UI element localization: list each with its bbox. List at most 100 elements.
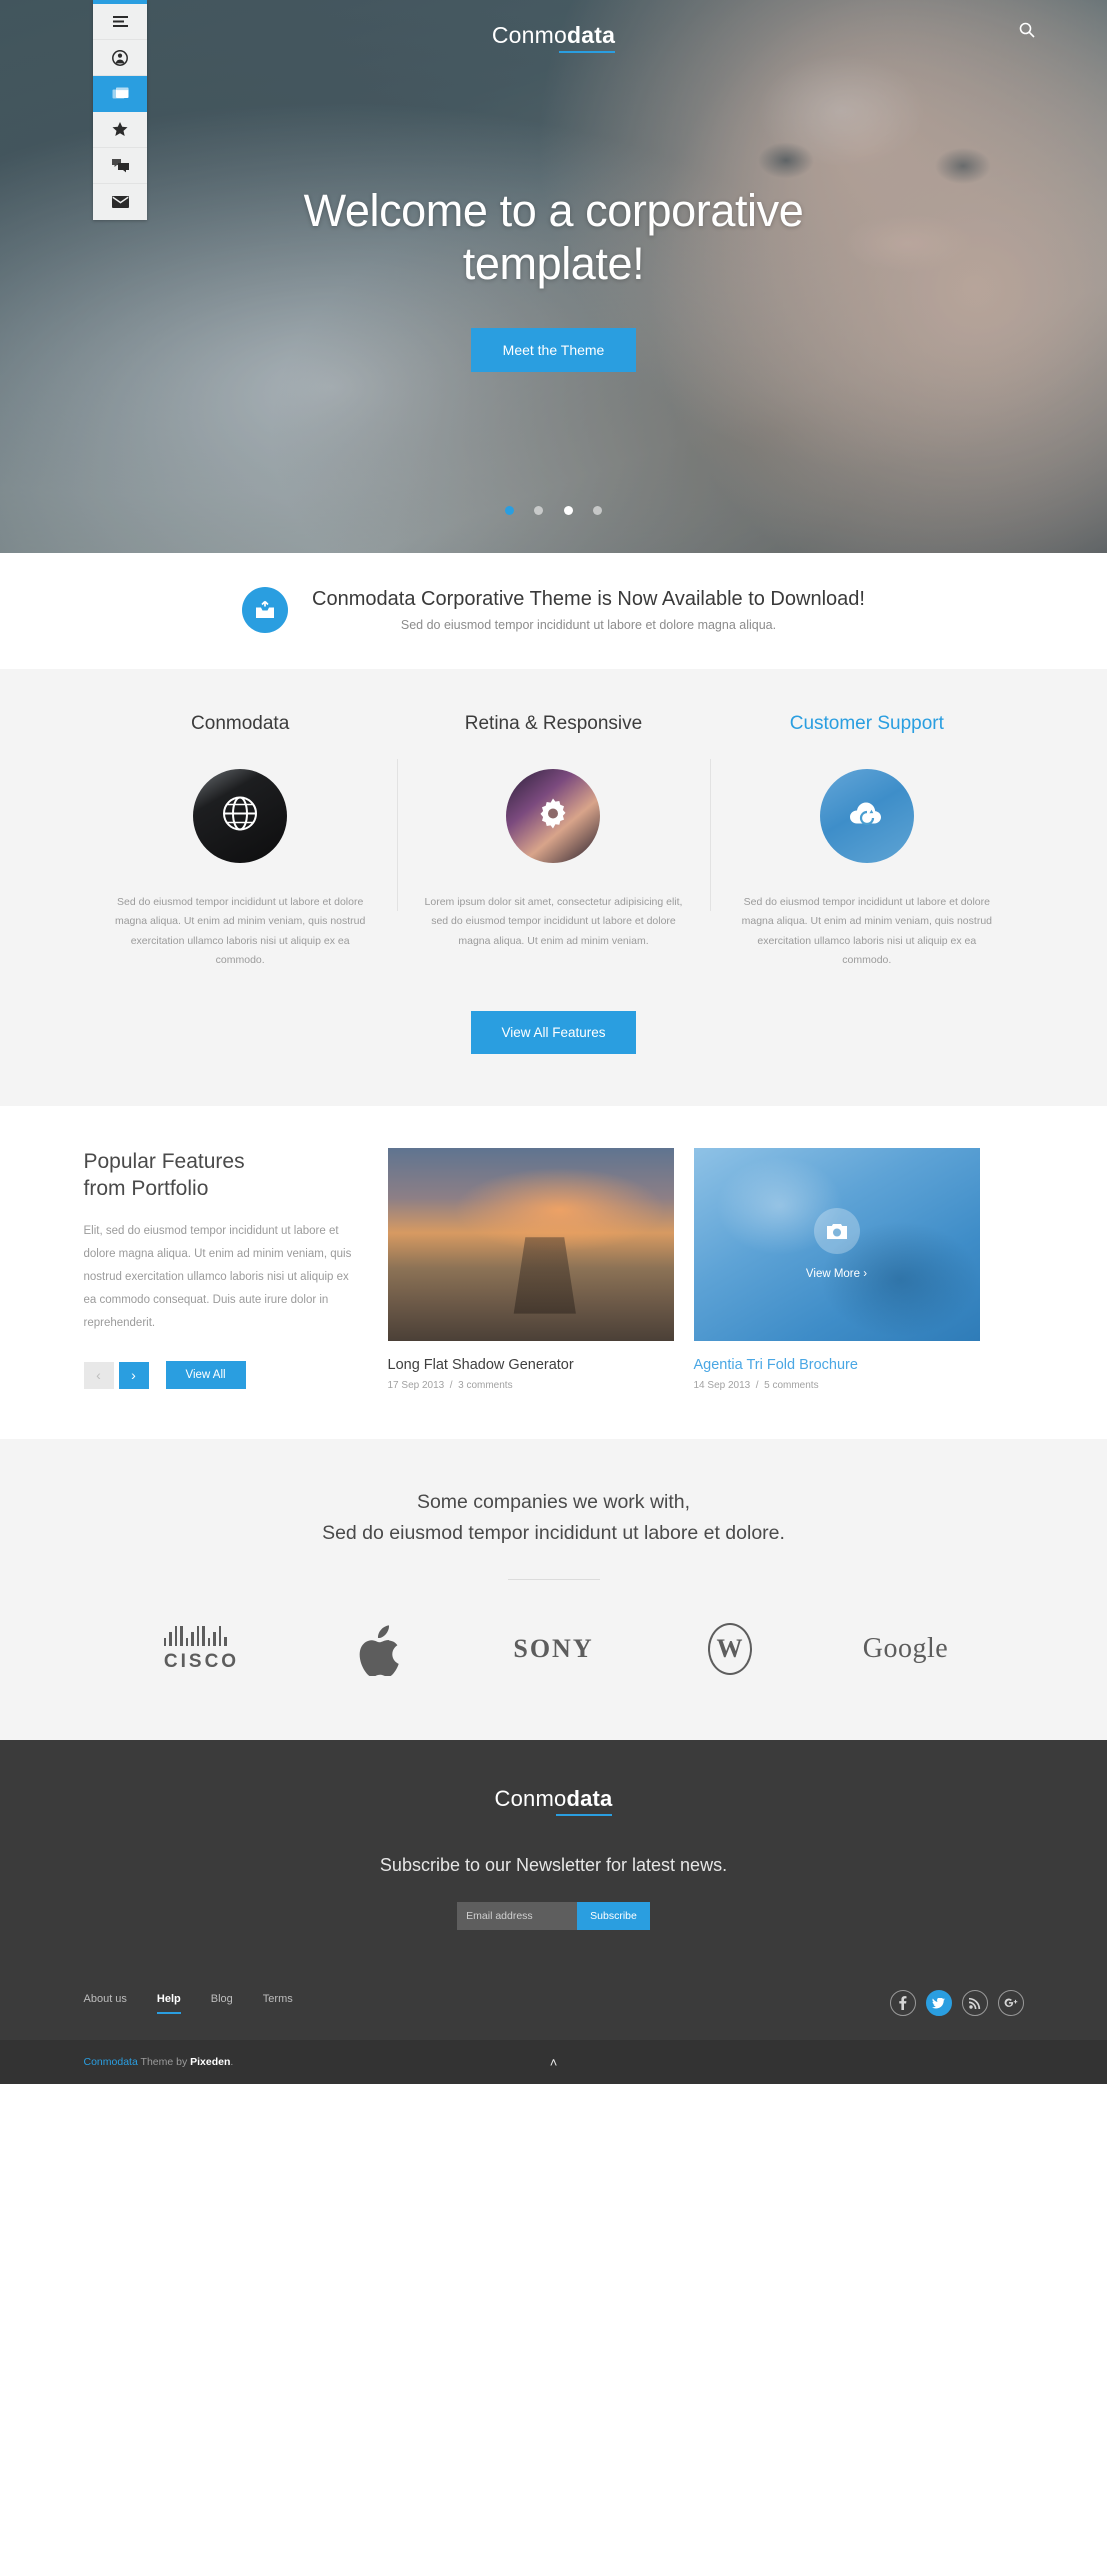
wordpress-wordmark: W xyxy=(707,1623,752,1676)
portfolio-view-all-button[interactable]: View All xyxy=(165,1361,246,1390)
sidebar-item-contact[interactable] xyxy=(93,184,147,220)
clients-heading: Some companies we work with, Sed do eius… xyxy=(0,1487,1107,1549)
carousel-dots[interactable] xyxy=(0,502,1107,520)
search-icon[interactable] xyxy=(1019,22,1035,43)
back-to-top-icon[interactable]: ˄ xyxy=(550,2055,558,2070)
footer-bar: Conmodata Theme by Pixeden. ˄ xyxy=(0,2040,1107,2085)
footer-link-about[interactable]: About us xyxy=(84,1993,127,2014)
copyright-author[interactable]: Pixeden xyxy=(190,2056,230,2068)
footer-link-blog[interactable]: Blog xyxy=(211,1993,233,2014)
view-all-features-button[interactable]: View All Features xyxy=(471,1010,636,1054)
brand-light: Conmo xyxy=(491,22,568,48)
star-icon xyxy=(112,122,128,137)
sidebar-item-blog[interactable] xyxy=(93,148,147,184)
cisco-bars xyxy=(163,1625,239,1646)
feature-body: Sed do eiusmod tempor incididunt ut labo… xyxy=(741,896,992,967)
portfolio-thumbnail[interactable]: View More › xyxy=(693,1147,980,1341)
sidebar-nav[interactable] xyxy=(93,0,147,220)
sidebar-item-pages[interactable] xyxy=(93,76,147,112)
carousel-dot-3[interactable] xyxy=(563,506,573,515)
banner-title: Conmodata Corporative Theme is Now Avail… xyxy=(312,588,865,610)
carousel-dot-2[interactable] xyxy=(534,506,544,515)
footer-links: About us Help Blog Terms xyxy=(84,1993,293,2014)
portfolio-prev-button[interactable]: ‹ xyxy=(83,1361,114,1389)
footer-middle: About us Help Blog Terms xyxy=(84,1990,1024,2040)
client-logos: CISCO SONY W Google xyxy=(114,1614,994,1684)
newsletter-heading: Subscribe to our Newsletter for latest n… xyxy=(379,1855,728,1876)
portfolio-body: Elit, sed do eiusmod tempor incididunt u… xyxy=(83,1225,352,1330)
portfolio-thumbnail[interactable] xyxy=(387,1147,674,1341)
brand-underline xyxy=(556,1814,613,1817)
portfolio-item-date: 17 Sep 2013 xyxy=(387,1379,445,1391)
meta-separator: / xyxy=(755,1379,759,1391)
social-links xyxy=(889,1990,1024,2017)
list-icon xyxy=(112,15,128,28)
meet-the-theme-button[interactable]: Meet the Theme xyxy=(470,328,637,373)
portfolio-item-title[interactable]: Long Flat Shadow Generator xyxy=(388,1357,674,1373)
sony-logo: SONY xyxy=(466,1614,642,1684)
feature-column-conmodata: Conmodata Sed do eiusmod tempor incididu… xyxy=(84,713,397,971)
portfolio-item-meta: 17 Sep 2013 / 3 comments xyxy=(388,1380,674,1391)
portfolio-hover-overlay[interactable]: View More › xyxy=(694,1208,980,1280)
googleplus-icon[interactable] xyxy=(997,1990,1024,2017)
hero-title-line2: template! xyxy=(462,237,645,289)
refresh-cloud-icon xyxy=(847,798,887,835)
feature-thumbnail[interactable] xyxy=(506,769,601,863)
subscribe-button[interactable]: Subscribe xyxy=(577,1902,650,1931)
carousel-dot-1[interactable] xyxy=(504,506,514,515)
feature-title: Customer Support xyxy=(789,713,944,734)
facebook-icon[interactable] xyxy=(889,1990,916,2017)
portfolio-item-meta: 14 Sep 2013 / 5 comments xyxy=(694,1380,980,1391)
portfolio-heading: Popular Features from Portfolio xyxy=(84,1148,356,1203)
brand-bold: data xyxy=(566,1786,613,1812)
copyright-brand[interactable]: Conmodata xyxy=(84,2056,138,2068)
banner-subtitle: Sed do eiusmod tempor incididunt ut labo… xyxy=(400,618,777,632)
gear-icon xyxy=(535,796,571,837)
portfolio-card[interactable]: View More › Agentia Tri Fold Brochure 14… xyxy=(693,1147,980,1391)
newsletter-form[interactable]: Subscribe xyxy=(0,1902,1107,1931)
chat-icon xyxy=(111,158,129,173)
brand-bold: data xyxy=(567,22,616,48)
brand-logo-footer[interactable]: Conmodata xyxy=(495,1786,613,1819)
copyright-end: . xyxy=(230,2056,234,2069)
hero-content: Welcome to a corporative template! Meet … xyxy=(0,185,1107,373)
sidebar-item-profile[interactable] xyxy=(93,40,147,76)
apple-logo xyxy=(290,1614,466,1684)
feature-column-support: Customer Support Sed do eiusmod tempor i… xyxy=(710,713,1023,971)
carousel-dot-4[interactable] xyxy=(593,506,603,515)
footer-logo[interactable]: Conmodata xyxy=(0,1786,1107,1819)
footer-link-help[interactable]: Help xyxy=(156,1993,181,2014)
clients-heading-line1: Some companies we work with, xyxy=(416,1490,691,1513)
sony-wordmark: SONY xyxy=(513,1634,594,1664)
feature-title: Conmodata xyxy=(191,713,290,734)
portfolio-item-comments: 3 comments xyxy=(458,1379,513,1391)
hero-section: Conmodata Welcome to a corporative templ… xyxy=(0,0,1107,553)
portfolio-card[interactable]: Long Flat Shadow Generator 17 Sep 2013 /… xyxy=(387,1147,674,1391)
download-banner: Conmodata Corporative Theme is Now Avail… xyxy=(0,553,1107,669)
globe-icon xyxy=(220,794,260,839)
portfolio-next-button[interactable]: › xyxy=(118,1361,149,1389)
hero-logo[interactable]: Conmodata xyxy=(0,22,1107,56)
feature-thumbnail[interactable] xyxy=(819,769,914,863)
brand-logo[interactable]: Conmodata xyxy=(491,22,616,56)
portfolio-item-date: 14 Sep 2013 xyxy=(693,1379,751,1391)
sidebar-item-menu[interactable] xyxy=(93,4,147,40)
sidebar-item-features[interactable] xyxy=(93,112,147,148)
user-icon xyxy=(112,49,128,66)
hero-title-line1: Welcome to a corporative xyxy=(303,185,804,236)
clients-heading-line2: Sed do eiusmod tempor incididunt ut labo… xyxy=(322,1521,785,1544)
brand-light: Conmo xyxy=(494,1786,567,1812)
camera-icon xyxy=(813,1208,860,1255)
footer-link-terms[interactable]: Terms xyxy=(263,1993,293,2014)
clients-section: Some companies we work with, Sed do eius… xyxy=(0,1438,1107,1741)
feature-thumbnail[interactable] xyxy=(193,769,288,863)
portfolio-item-title[interactable]: Agentia Tri Fold Brochure xyxy=(694,1357,980,1373)
rss-icon[interactable] xyxy=(961,1990,988,2017)
wordpress-logo: W xyxy=(642,1614,818,1684)
portfolio-view-more-label[interactable]: View More › xyxy=(694,1268,980,1280)
email-input[interactable] xyxy=(457,1902,578,1931)
portfolio-item-comments: 5 comments xyxy=(764,1379,819,1391)
footer-bar-inner: Conmodata Theme by Pixeden. ˄ xyxy=(84,2055,1024,2070)
banner-text: Conmodata Corporative Theme is Now Avail… xyxy=(312,588,865,632)
twitter-icon[interactable] xyxy=(925,1990,952,2017)
